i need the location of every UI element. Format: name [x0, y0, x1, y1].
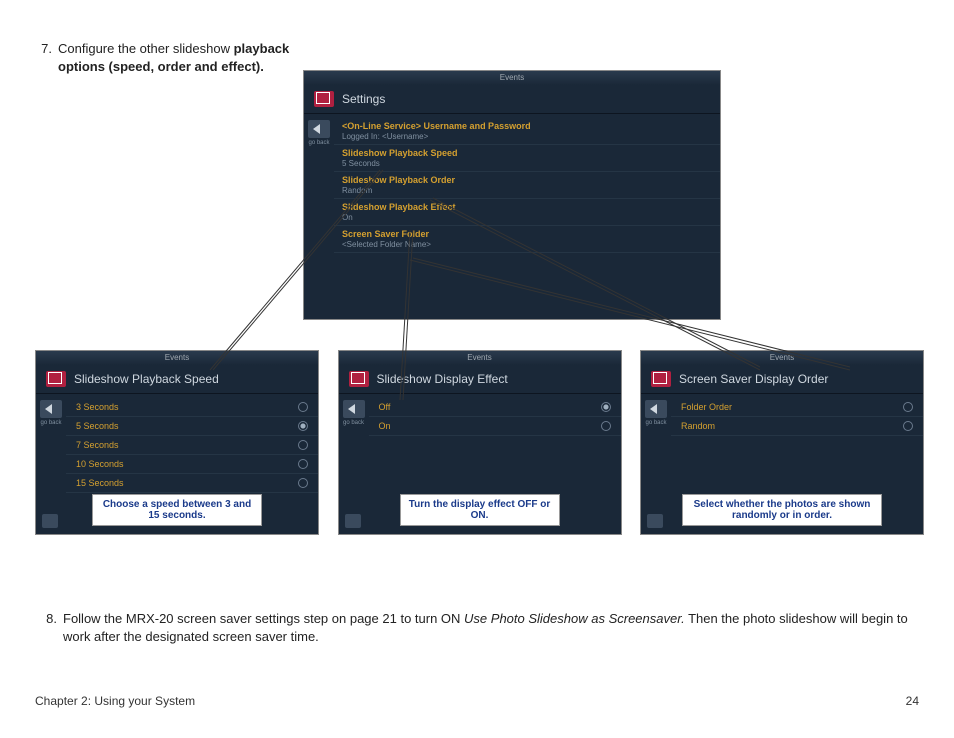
speed-caption: Choose a speed between 3 and 15 seconds.	[92, 494, 262, 526]
radio-item[interactable]: On	[369, 417, 621, 436]
settings-list: <On-Line Service> Username and PasswordL…	[334, 114, 720, 257]
radio-item[interactable]: Random	[671, 417, 923, 436]
list-item[interactable]: Slideshow Playback EffectOn	[334, 199, 720, 226]
radio-item[interactable]: 3 Seconds	[66, 398, 318, 417]
back-button[interactable]	[343, 400, 365, 418]
page-number: 24	[906, 694, 919, 708]
step-8: 8. Follow the MRX-20 screen saver settin…	[35, 610, 919, 658]
speed-options: 3 Seconds 5 Seconds 7 Seconds 10 Seconds…	[66, 394, 318, 497]
main-title: Settings	[342, 92, 385, 106]
back-button[interactable]	[645, 400, 667, 418]
step7-num: 7.	[30, 40, 58, 58]
order-screenshot: Events Screen Saver Display Order go bac…	[640, 350, 924, 535]
page-footer: Chapter 2: Using your System 24	[35, 694, 919, 708]
list-item[interactable]: Slideshow Playback Speed5 Seconds	[334, 145, 720, 172]
radio-item[interactable]: 10 Seconds	[66, 455, 318, 474]
list-item[interactable]: <On-Line Service> Username and PasswordL…	[334, 118, 720, 145]
step8-text: Follow the MRX-20 screen saver settings …	[63, 610, 919, 646]
back-column: go back	[304, 114, 334, 257]
effect-screenshot: Events Slideshow Display Effect go back …	[338, 350, 622, 535]
speed-screenshot: Events Slideshow Playback Speed go back …	[35, 350, 319, 535]
main-header: Events	[304, 71, 720, 85]
radio-item[interactable]: Folder Order	[671, 398, 923, 417]
radio-item[interactable]: Off	[369, 398, 621, 417]
settings-icon	[314, 91, 334, 107]
radio-item[interactable]: 5 Seconds	[66, 417, 318, 436]
effect-options: Off On	[369, 394, 621, 440]
panel-icon	[349, 371, 369, 387]
radio-item[interactable]: 15 Seconds	[66, 474, 318, 493]
back-label: go back	[304, 140, 334, 146]
order-caption: Select whether the photos are shown rand…	[682, 494, 882, 526]
radio-item[interactable]: 7 Seconds	[66, 436, 318, 455]
order-options: Folder Order Random	[671, 394, 923, 440]
footer-icon[interactable]	[42, 514, 58, 528]
panel-icon	[46, 371, 66, 387]
main-title-bar: Settings	[304, 85, 720, 114]
list-item[interactable]: Screen Saver Folder<Selected Folder Name…	[334, 226, 720, 253]
list-item[interactable]: Slideshow Playback OrderRandom	[334, 172, 720, 199]
footer-icon[interactable]	[345, 514, 361, 528]
back-button[interactable]	[308, 120, 330, 138]
main-settings-screenshot: Events Settings go back <On-Line Service…	[303, 70, 721, 320]
effect-caption: Turn the display effect OFF or ON.	[400, 494, 560, 526]
footer-icon[interactable]	[647, 514, 663, 528]
back-button[interactable]	[40, 400, 62, 418]
step7-text: Configure the other slideshow playback o…	[58, 40, 298, 76]
step8-num: 8.	[35, 610, 63, 628]
panel-icon	[651, 371, 671, 387]
chapter-label: Chapter 2: Using your System	[35, 694, 195, 708]
